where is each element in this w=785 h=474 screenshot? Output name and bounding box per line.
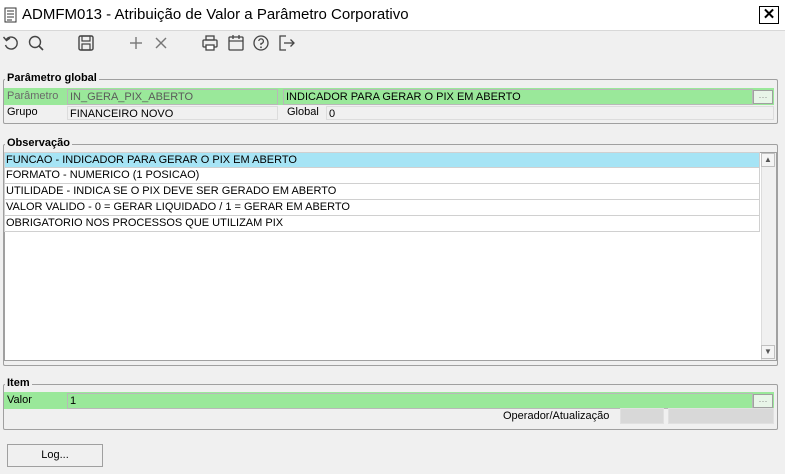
parametro-label: Parâmetro xyxy=(7,90,59,102)
scroll-up-button[interactable]: ▲ xyxy=(761,153,775,167)
search-icon[interactable] xyxy=(26,33,46,53)
exit-icon[interactable] xyxy=(277,33,297,53)
print-icon[interactable] xyxy=(200,33,220,53)
valor-lookup-button[interactable]: ··· xyxy=(753,394,773,408)
toolbar xyxy=(0,31,785,58)
parametro-field[interactable]: IN_GERA_PIX_ABERTO xyxy=(67,89,278,105)
observacao-line[interactable]: FUNCAO - INDICADOR PARA GERAR O PIX EM A… xyxy=(4,152,760,168)
log-button[interactable]: Log... xyxy=(7,444,103,467)
observacao-line[interactable]: UTILIDADE - INDICA SE O PIX DEVE SER GER… xyxy=(4,184,760,200)
item-title: Item xyxy=(5,377,32,389)
scroll-down-button[interactable]: ▼ xyxy=(761,345,775,359)
save-icon[interactable] xyxy=(76,33,96,53)
add-icon[interactable] xyxy=(126,33,146,53)
window-title: ADMFM013 - Atribuição de Valor a Parâmet… xyxy=(22,6,409,23)
grupo-label: Grupo xyxy=(7,106,38,118)
observacao-line[interactable]: FORMATO - NUMERICO (1 POSICAO) xyxy=(4,168,760,184)
observacao-line[interactable]: VALOR VALIDO - 0 = GERAR LIQUIDADO / 1 =… xyxy=(4,200,760,216)
operador-atualizacao-label: Operador/Atualização xyxy=(503,410,610,422)
parametro-lookup-button[interactable]: ··· xyxy=(753,90,773,104)
undo-icon[interactable] xyxy=(1,33,21,53)
global-label: Global xyxy=(287,106,319,118)
delete-icon[interactable] xyxy=(151,33,171,53)
valor-label: Valor xyxy=(7,394,32,406)
close-button[interactable]: ✕ xyxy=(759,6,779,24)
parametro-descricao-field: INDICADOR PARA GERAR O PIX EM ABERTO xyxy=(283,89,753,105)
observacao-line[interactable]: OBRIGATORIO NOS PROCESSOS QUE UTILIZAM P… xyxy=(4,216,760,232)
help-icon[interactable] xyxy=(251,33,271,53)
calendar-icon[interactable] xyxy=(226,33,246,53)
parametro-global-title: Parâmetro global xyxy=(5,72,99,84)
global-field: 0 xyxy=(326,106,774,120)
valor-field[interactable]: 1 xyxy=(67,393,753,409)
operador-field xyxy=(620,408,664,424)
observacao-title: Observação xyxy=(5,137,72,149)
atualizacao-field xyxy=(668,408,774,424)
grupo-field: FINANCEIRO NOVO xyxy=(67,106,278,120)
app-icon xyxy=(4,7,17,23)
log-button-label: Log... xyxy=(41,449,69,461)
observacao-scrollbar[interactable] xyxy=(761,153,776,360)
